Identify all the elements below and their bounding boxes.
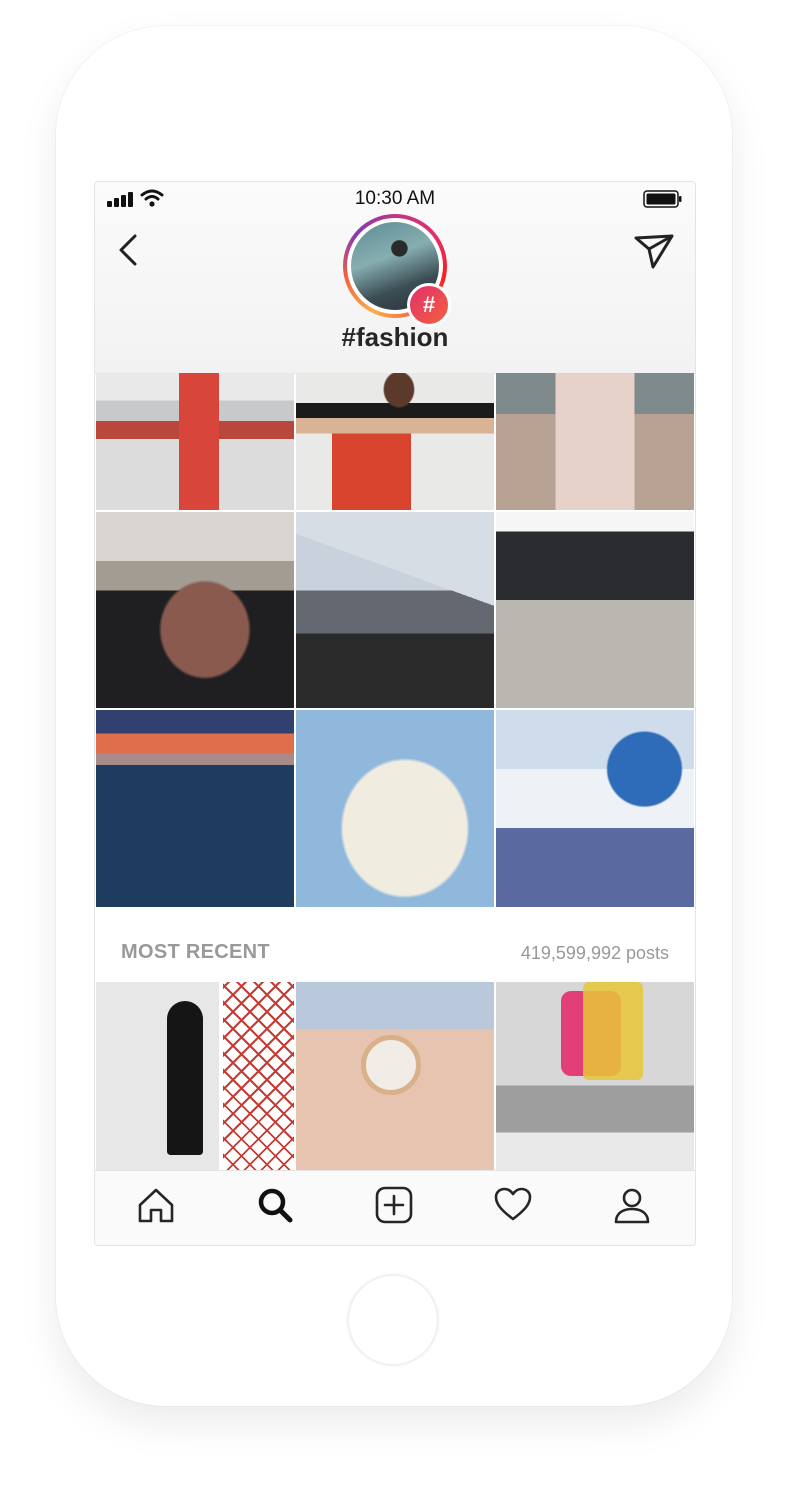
post-tile[interactable] [496, 982, 694, 1170]
search-icon[interactable] [255, 1185, 295, 1225]
home-icon[interactable] [136, 1185, 176, 1225]
hashtag-header: 10:30 AM # #fashion [95, 182, 695, 374]
post-tile[interactable] [296, 512, 494, 708]
home-button[interactable] [347, 1274, 439, 1366]
profile-icon[interactable] [612, 1185, 652, 1225]
post-tile[interactable] [96, 512, 294, 708]
bottom-tab-bar [95, 1170, 695, 1245]
status-bar: 10:30 AM [95, 182, 695, 216]
hashtag-badge: # [407, 283, 451, 327]
post-tile[interactable] [296, 982, 494, 1170]
add-post-icon[interactable] [374, 1185, 414, 1225]
status-time: 10:30 AM [354, 188, 436, 209]
heart-icon[interactable] [493, 1185, 533, 1225]
post-lattice [222, 982, 294, 1170]
post-tile[interactable] [96, 373, 294, 510]
post-tile[interactable] [296, 710, 494, 907]
section-title: MOST RECENT [121, 941, 270, 963]
post-tile[interactable] [96, 710, 294, 907]
app-screen: 10:30 AM # #fashion MOST RECENT 419,599,… [94, 181, 696, 1246]
post-tile[interactable] [496, 710, 694, 907]
battery-icon [643, 190, 682, 208]
yellow-jacket [583, 982, 643, 1080]
post-tile[interactable] [496, 373, 694, 510]
post-tile[interactable] [96, 982, 294, 1170]
top-posts-grid [96, 373, 694, 909]
post-count: 419,599,992 posts [520, 943, 669, 963]
back-arrow-icon[interactable] [115, 232, 141, 268]
most-recent-grid [96, 982, 694, 1170]
post-tile[interactable] [496, 512, 694, 708]
post-tile[interactable] [296, 373, 494, 510]
watch-face [361, 1034, 422, 1095]
post-figure [167, 1000, 203, 1155]
send-icon[interactable] [633, 232, 675, 270]
page-title: #fashion [341, 322, 449, 352]
most-recent-header: MOST RECENT 419,599,992 posts [95, 911, 695, 982]
